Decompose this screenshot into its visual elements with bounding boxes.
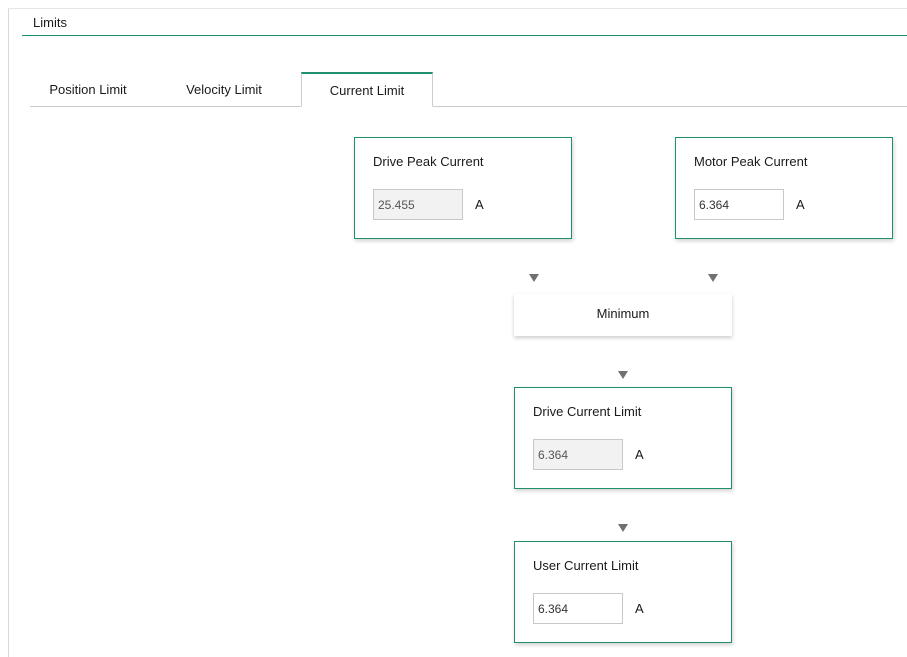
flow-arrow-down-icon [618,524,628,532]
section-title: Limits [33,15,67,30]
motor-peak-current-title: Motor Peak Current [694,154,808,169]
tab-current-limit[interactable]: Current Limit [301,72,433,107]
motor-peak-current-card: Motor Peak Current A [675,137,893,239]
flow-arrow-down-icon [529,274,539,282]
user-current-limit-field[interactable] [533,593,623,624]
drive-current-limit-card: Drive Current Limit A [514,387,732,489]
user-current-limit-unit: A [635,601,644,616]
flow-arrow-down-icon [708,274,718,282]
drive-current-limit-unit: A [635,447,644,462]
drive-current-limit-title: Drive Current Limit [533,404,642,419]
drive-peak-current-unit: A [475,197,484,212]
panel-left-border [8,8,9,657]
tab-velocity-limit[interactable]: Velocity Limit [166,72,282,106]
flow-arrow-down-icon [618,371,628,379]
motor-peak-current-field[interactable] [694,189,784,220]
minimum-block: Minimum [514,294,732,336]
limit-tabs: Position Limit Velocity Limit Current Li… [30,72,907,107]
motor-peak-current-unit: A [796,197,805,212]
section-divider [22,35,907,36]
user-current-limit-card: User Current Limit A [514,541,732,643]
drive-peak-current-field[interactable] [373,189,463,220]
tab-position-limit[interactable]: Position Limit [30,72,146,106]
panel-top-border [8,8,907,9]
drive-current-limit-field[interactable] [533,439,623,470]
drive-peak-current-title: Drive Peak Current [373,154,484,169]
user-current-limit-title: User Current Limit [533,558,639,573]
drive-peak-current-card: Drive Peak Current A [354,137,572,239]
